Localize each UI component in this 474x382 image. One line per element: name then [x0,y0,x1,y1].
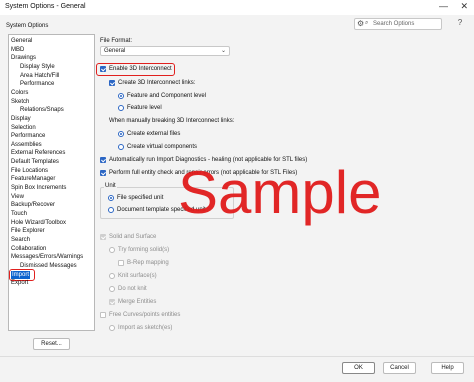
knit-surfaces-radio[interactable] [109,273,115,279]
import-sketch-radio[interactable] [109,325,115,331]
brep-mapping-label: B-Rep mapping [127,260,169,266]
tree-item-external-references[interactable]: External References [11,149,65,157]
tree-item-performance[interactable]: Performance [11,132,45,140]
tree-item-area-hatch-fill[interactable]: Area Hatch/Fill [20,72,59,80]
search-input[interactable]: Search Options [373,21,414,27]
create-external-label: Create external files [127,131,181,137]
tree-item-spin-box-increments[interactable]: Spin Box Increments [11,184,66,192]
window-title: System Options - General [5,3,86,10]
help-icon[interactable]: ? [453,18,467,30]
chevron-down-icon: ⌄ [220,48,226,54]
try-forming-radio[interactable] [109,247,115,253]
tree-item-backup-recover[interactable]: Backup/Recover [11,201,55,209]
merge-entities-checkbox[interactable] [109,299,115,305]
enable-3d-label: Enable 3D Interconnect [109,66,172,72]
reset-button[interactable]: Reset... [33,338,70,350]
create-links-label: Create 3D Interconnect links: [118,80,196,86]
do-not-knit-label: Do not knit [118,286,147,292]
create-virtual-radio[interactable] [118,144,124,150]
try-forming-label: Try forming solid(s) [118,247,170,253]
feature-level-radio[interactable] [118,105,124,111]
tree-item-sketch[interactable]: Sketch [11,98,29,106]
sample-watermark: Sample [178,159,382,226]
close-button[interactable]: ✕ [460,1,468,11]
tree-item-drawings[interactable]: Drawings [11,54,36,62]
tree-item-view[interactable]: View [11,193,24,201]
brep-mapping-checkbox[interactable] [118,260,124,266]
tree-item-display-style[interactable]: Display Style [20,63,55,71]
create-virtual-label: Create virtual components [127,144,198,150]
full-entity-checkbox[interactable] [100,170,106,176]
window-controls: — ✕ [439,1,468,12]
do-not-knit-radio[interactable] [109,286,115,292]
solid-surface-checkbox[interactable] [100,234,106,240]
free-curves-checkbox[interactable] [100,312,106,318]
help-button[interactable]: Help [431,362,464,374]
tree-item-file-locations[interactable]: File Locations [11,167,48,175]
when-breaking-label: When manually breaking 3D Interconnect l… [109,118,235,124]
options-tree[interactable]: General MBD Drawings Display Style Area Hatc… [8,34,95,331]
tree-item-default-templates[interactable]: Default Templates [11,158,59,166]
tree-item-display[interactable]: Display [11,115,31,123]
tab-system-options[interactable]: System Options [6,23,48,29]
unit-label: Unit [104,183,117,189]
cancel-button[interactable]: Cancel [383,362,416,374]
tree-item-file-explorer[interactable]: File Explorer [11,227,45,235]
tree-item-selection[interactable]: Selection [11,124,36,132]
free-curves-label: Free Curves/points entities [109,312,181,318]
minimize-button[interactable]: — [439,1,448,11]
tree-item-mbd[interactable]: MBD [11,46,24,54]
create-external-radio[interactable] [118,131,124,137]
tree-item-collaboration[interactable]: Collaboration [11,245,46,253]
tree-item-colors[interactable]: Colors [11,89,28,97]
search-options-box[interactable]: ⚙ ⌕ Search Options [354,18,442,30]
knit-surfaces-label: Knit surface(s) [118,273,157,279]
document-template-radio[interactable] [108,207,114,213]
import-sketch-label: Import as sketch(es) [118,325,173,331]
tree-item-performance[interactable]: Performance [20,80,54,88]
footer-divider [0,356,474,357]
tree-item-messages-errors-warnings[interactable]: Messages/Errors/Warnings [11,253,83,261]
gear-icon: ⚙ [357,19,365,28]
tree-item-touch[interactable]: Touch [11,210,27,218]
file-specified-unit-radio[interactable] [108,195,114,201]
tree-item-assemblies[interactable]: Assemblies [11,141,42,149]
feature-component-radio[interactable] [118,93,124,99]
search-icon: ⌕ [365,20,369,26]
tree-item-relations-snaps[interactable]: Relations/Snaps [20,106,64,114]
file-specified-unit-label: File specified unit [117,195,164,201]
feature-component-label: Feature and Component level [127,93,207,99]
feature-level-label: Feature level [127,105,162,111]
title-bar: System Options - General — ✕ [0,0,474,15]
file-format-dropdown[interactable]: General ⌄ [100,46,230,56]
enable-3d-checkbox[interactable] [100,66,106,72]
create-links-checkbox[interactable] [109,80,115,86]
ok-button[interactable]: OK [342,362,375,374]
tree-item-featuremanager[interactable]: FeatureManager [11,175,55,183]
auto-diagnostics-checkbox[interactable] [100,157,106,163]
solid-surface-label: Solid and Surface [109,234,157,240]
tree-item-search[interactable]: Search [11,236,30,244]
tree-item-export[interactable]: Export [11,279,28,287]
file-format-value: General [104,48,126,54]
tree-item-hole-wizard-toolbox[interactable]: Hole Wizard/Toolbox [11,219,66,227]
merge-entities-label: Merge Entities [118,299,157,305]
tree-item-general[interactable]: General [11,37,32,45]
file-format-label: File Format: [100,38,133,44]
